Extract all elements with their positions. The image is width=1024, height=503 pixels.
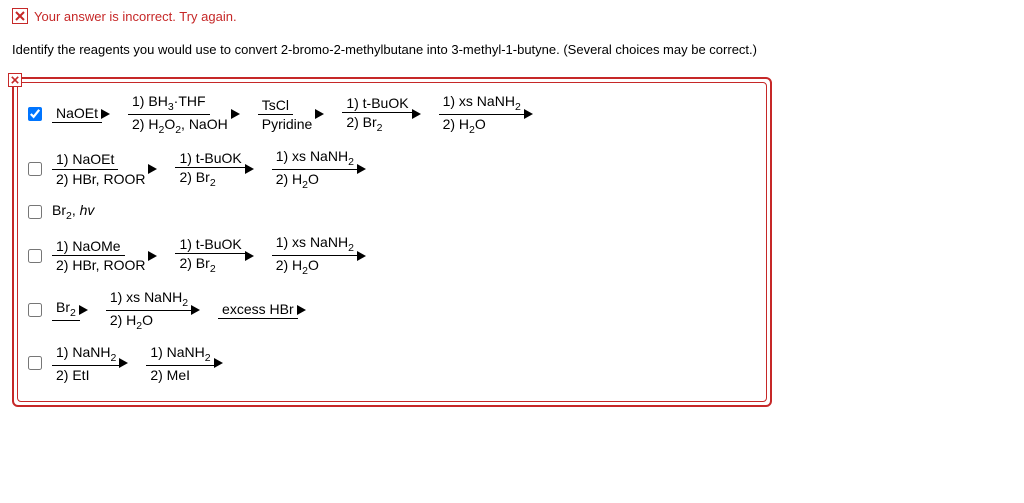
reaction-arrow: 1) t-BuOK2) Br2 [175,236,253,275]
reaction-arrow: 1) t-BuOK2) Br2 [342,95,420,134]
incorrect-icon [12,8,28,24]
reagent-bottom: 2) Br2 [175,254,219,275]
reaction-arrow: 1) BH3·THF2) H2O2, NaOH [128,93,240,136]
reagent-bottom: 2) HBr, ROOR [52,256,149,273]
arrow-head-icon [148,251,157,261]
arrow-head-icon [101,109,110,119]
reaction-arrow: 1) NaNH22) MeI [146,344,222,383]
arrow-head-icon [214,358,223,368]
option-checkbox[interactable] [28,249,42,263]
feedback-text: Your answer is incorrect. Try again. [34,9,237,24]
reagent-top: 1) NaNH2 [146,344,214,366]
answer-options-panel: NaOEt 1) BH3·THF2) H2O2, NaOH TsClPyridine… [12,77,772,407]
option-checkbox[interactable] [28,356,42,370]
reagent-top: 1) xs NaNH2 [272,148,358,170]
arrow-head-icon [231,109,240,119]
reagent-bottom: 2) H2O [272,170,323,191]
reaction-arrow: 1) xs NaNH22) H2O [272,234,366,277]
feedback-bar: Your answer is incorrect. Try again. [12,8,1012,24]
reagent-top: 1) xs NaNH2 [272,234,358,256]
arrow-head-icon [79,305,88,315]
reagent-bottom: 2) H2O [106,311,157,332]
arrow-head-icon [191,305,200,315]
reagent-bottom: 2) Br2 [175,168,219,189]
incorrect-selection-icon [8,73,22,87]
option-reaction-sequence: NaOEt 1) BH3·THF2) H2O2, NaOH TsClPyridine… [52,93,533,136]
reagent-bottom: 2) MeI [146,366,194,383]
option-checkbox[interactable] [28,303,42,317]
option-row: 1) NaOMe2) HBr, ROOR 1) t-BuOK2) Br2 1) xs… [28,234,756,277]
reagent-top: 1) BH3·THF [128,93,210,115]
question-text: Identify the reagents you would use to c… [12,42,1012,57]
reagent-top: 1) t-BuOK [175,236,245,254]
reaction-arrow: 1) NaOMe2) HBr, ROOR [52,238,157,273]
reagent-bottom: 2) H2O [439,115,490,136]
arrow-head-icon [357,251,366,261]
option-row: 1) NaOEt2) HBr, ROOR 1) t-BuOK2) Br2 1) xs… [28,148,756,191]
reagent-bottom: 2) H2O2, NaOH [128,115,232,136]
reagent-top: excess HBr [218,301,298,319]
reaction-arrow: 1) xs NaNH22) H2O [106,289,200,332]
reagent-bottom: 2) H2O [272,256,323,277]
reagent-top: NaOEt [52,105,102,123]
reaction-arrow: 1) NaOEt2) HBr, ROOR [52,151,157,186]
option-checkbox[interactable] [28,205,42,219]
arrow-head-icon [245,164,254,174]
option-reaction-sequence: 1) NaNH22) EtI1) NaNH22) MeI [52,344,223,383]
option-reaction-sequence: 1) NaOMe2) HBr, ROOR 1) t-BuOK2) Br2 1) xs… [52,234,366,277]
arrow-head-icon [524,109,533,119]
arrow-head-icon [119,358,128,368]
option-row: NaOEt 1) BH3·THF2) H2O2, NaOH TsClPyridine… [28,93,756,136]
option-row: 1) NaNH22) EtI1) NaNH22) MeI [28,344,756,383]
reaction-arrow: 1) xs NaNH22) H2O [272,148,366,191]
option-row: Br2, hv [28,202,756,222]
option-checkbox[interactable] [28,107,42,121]
reagent-top: 1) NaOEt [52,151,118,169]
reagent-bottom: 2) HBr, ROOR [52,170,149,187]
reaction-arrow: 1) xs NaNH22) H2O [439,93,533,136]
arrow-head-icon [412,109,421,119]
reaction-arrow: 1) NaNH22) EtI [52,344,128,383]
option-checkbox[interactable] [28,162,42,176]
reagent-bottom: Pyridine [258,115,317,132]
reagent-top: 1) NaOMe [52,238,125,256]
reagent-top: 1) t-BuOK [175,150,245,168]
reagent-top: 1) xs NaNH2 [106,289,192,311]
arrow-head-icon [315,109,324,119]
reaction-arrow: Br2 [52,299,88,321]
arrow-head-icon [357,164,366,174]
reagent-top: Br2 [52,299,80,321]
arrow-head-icon [245,251,254,261]
reagent-top: 1) xs NaNH2 [439,93,525,115]
arrow-head-icon [148,164,157,174]
option-row: Br2 1) xs NaNH22) H2O excess HBr [28,289,756,332]
reagent-top: 1) t-BuOK [342,95,412,113]
reagent-bottom: 2) EtI [52,366,93,383]
option-reaction-sequence: 1) NaOEt2) HBr, ROOR 1) t-BuOK2) Br2 1) xs… [52,148,366,191]
reagent-bottom: 2) Br2 [342,113,386,134]
reagent-top: TsCl [258,97,293,115]
reaction-arrow: 1) t-BuOK2) Br2 [175,150,253,189]
reaction-arrow: excess HBr [218,301,306,319]
reagent-top: 1) NaNH2 [52,344,120,366]
reaction-arrow: NaOEt [52,105,110,123]
reaction-arrow: TsClPyridine [258,97,325,132]
arrow-head-icon [297,305,306,315]
option-label: Br2, hv [52,202,94,222]
option-reaction-sequence: Br2 1) xs NaNH22) H2O excess HBr [52,289,306,332]
